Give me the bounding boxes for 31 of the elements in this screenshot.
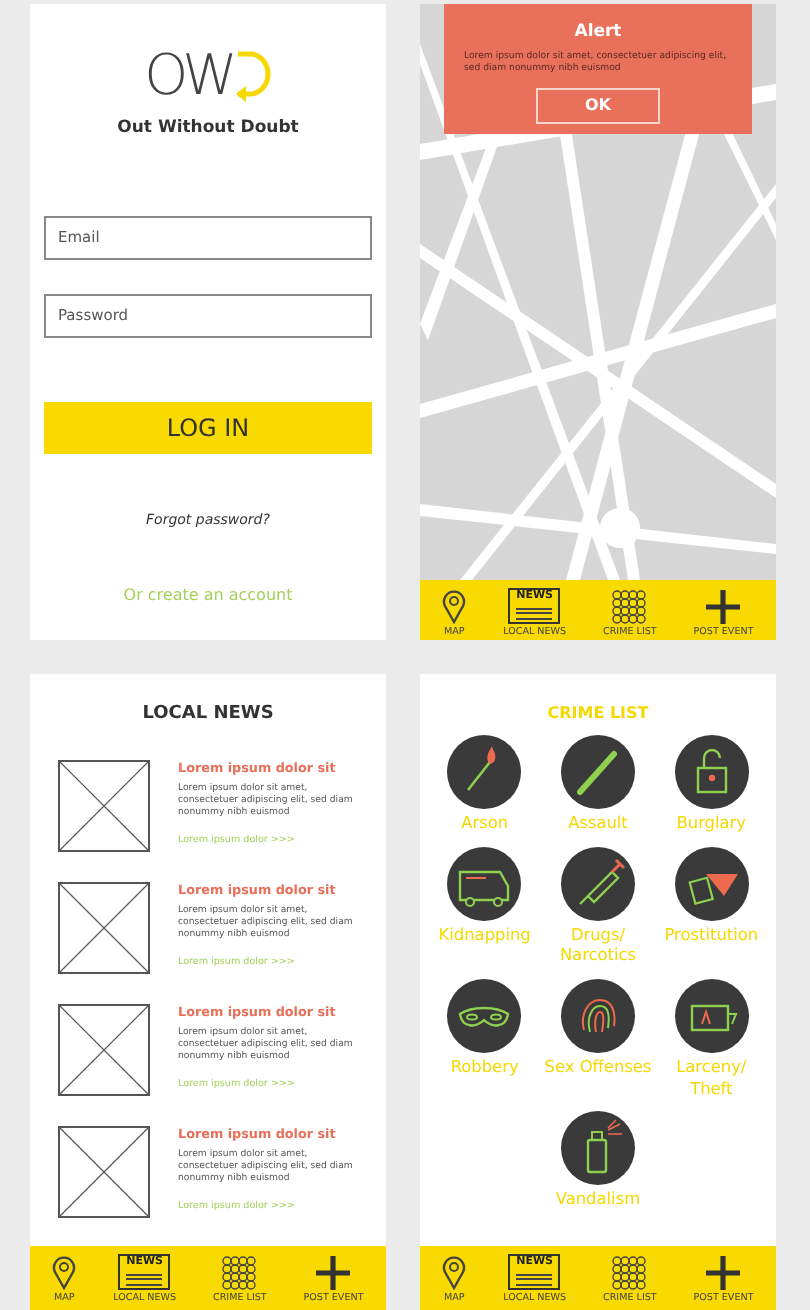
plus-icon [706,589,741,624]
create-account-link[interactable]: Or create an account [123,584,293,609]
match-icon [446,734,523,810]
grid-icon [222,1255,257,1290]
padlock-icon [673,734,750,810]
van-icon [446,845,523,922]
plus-icon [316,1255,351,1290]
logo-text: OW [144,48,232,104]
bat-icon [559,734,636,810]
spray-can-icon [559,1110,636,1187]
logo-arrow-icon [231,50,272,102]
map-pin-icon [442,589,467,624]
screen-title: CRIME LIST [545,702,651,726]
card-icon [673,977,750,1054]
grid-icon [612,1255,647,1290]
fingerprint-icon [559,977,636,1054]
map-pin-icon [52,1255,77,1290]
image-placeholder-icon [58,881,150,973]
syringe-icon [559,845,636,922]
image-placeholder-icon [58,759,150,851]
alert-title: Alert [574,20,622,46]
map-pin-icon [442,1255,467,1290]
image-placeholder-icon [58,1125,150,1217]
login-button[interactable]: LOG IN [44,401,372,454]
plus-icon [706,1255,741,1290]
mask-icon [446,977,523,1054]
screen-title: LOCAL NEWS [140,702,276,728]
grid-icon [612,589,647,624]
image-placeholder-icon [58,1003,150,1095]
ok-button[interactable]: OK [536,87,660,124]
app-name: Out Without Doubt [115,116,301,142]
